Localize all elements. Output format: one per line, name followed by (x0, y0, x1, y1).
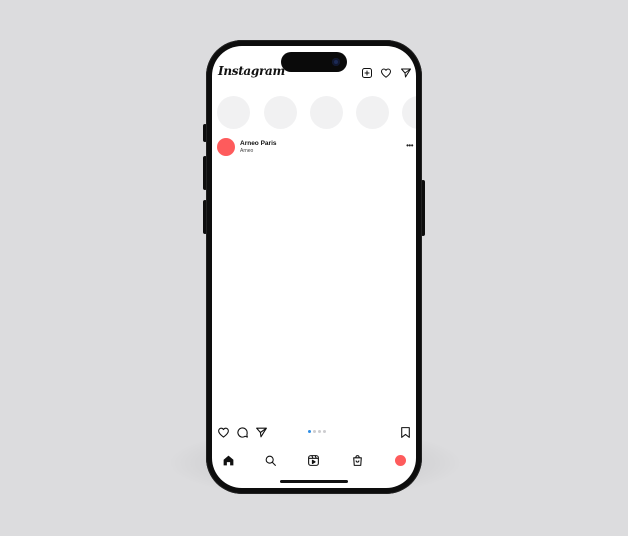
story-bubble[interactable] (264, 96, 297, 129)
app-logo: Instagram (218, 64, 285, 78)
like-heart-icon[interactable] (217, 426, 230, 439)
story-bubble[interactable] (402, 96, 416, 129)
share-send-icon[interactable] (255, 426, 268, 439)
front-camera (332, 58, 340, 66)
dynamic-island (281, 52, 347, 72)
profile-avatar[interactable] (395, 455, 406, 466)
home-indicator (280, 480, 348, 483)
post-account-name[interactable]: Arneo Paris (240, 140, 277, 147)
story-bubble[interactable] (217, 96, 250, 129)
shop-icon[interactable] (351, 454, 364, 467)
send-icon[interactable] (400, 67, 412, 79)
story-bubble[interactable] (310, 96, 343, 129)
post-account-subtitle: Arneo (240, 148, 254, 154)
post-actions (217, 426, 413, 440)
home-icon[interactable] (222, 454, 235, 467)
carousel-dot-active (308, 430, 311, 433)
heart-icon[interactable] (380, 67, 392, 79)
more-options-icon[interactable]: ••• (406, 141, 413, 150)
post-header: Arneo Paris Arneo ••• (217, 138, 413, 158)
search-icon[interactable] (264, 454, 277, 467)
comment-icon[interactable] (236, 426, 249, 439)
story-bubble[interactable] (356, 96, 389, 129)
phone-screen: Instagram Arneo Paris Arneo ••• (212, 46, 416, 488)
bottom-tab-bar (212, 452, 416, 470)
carousel-dot (318, 430, 321, 433)
reels-icon[interactable] (307, 454, 320, 467)
bookmark-icon[interactable] (399, 426, 412, 439)
carousel-dot (313, 430, 316, 433)
carousel-indicator (308, 430, 328, 435)
add-post-icon[interactable] (361, 67, 373, 79)
post-avatar[interactable] (217, 138, 235, 156)
stories-row (217, 96, 416, 130)
carousel-dot (323, 430, 326, 433)
mockup-stage: Instagram Arneo Paris Arneo ••• (0, 0, 628, 536)
